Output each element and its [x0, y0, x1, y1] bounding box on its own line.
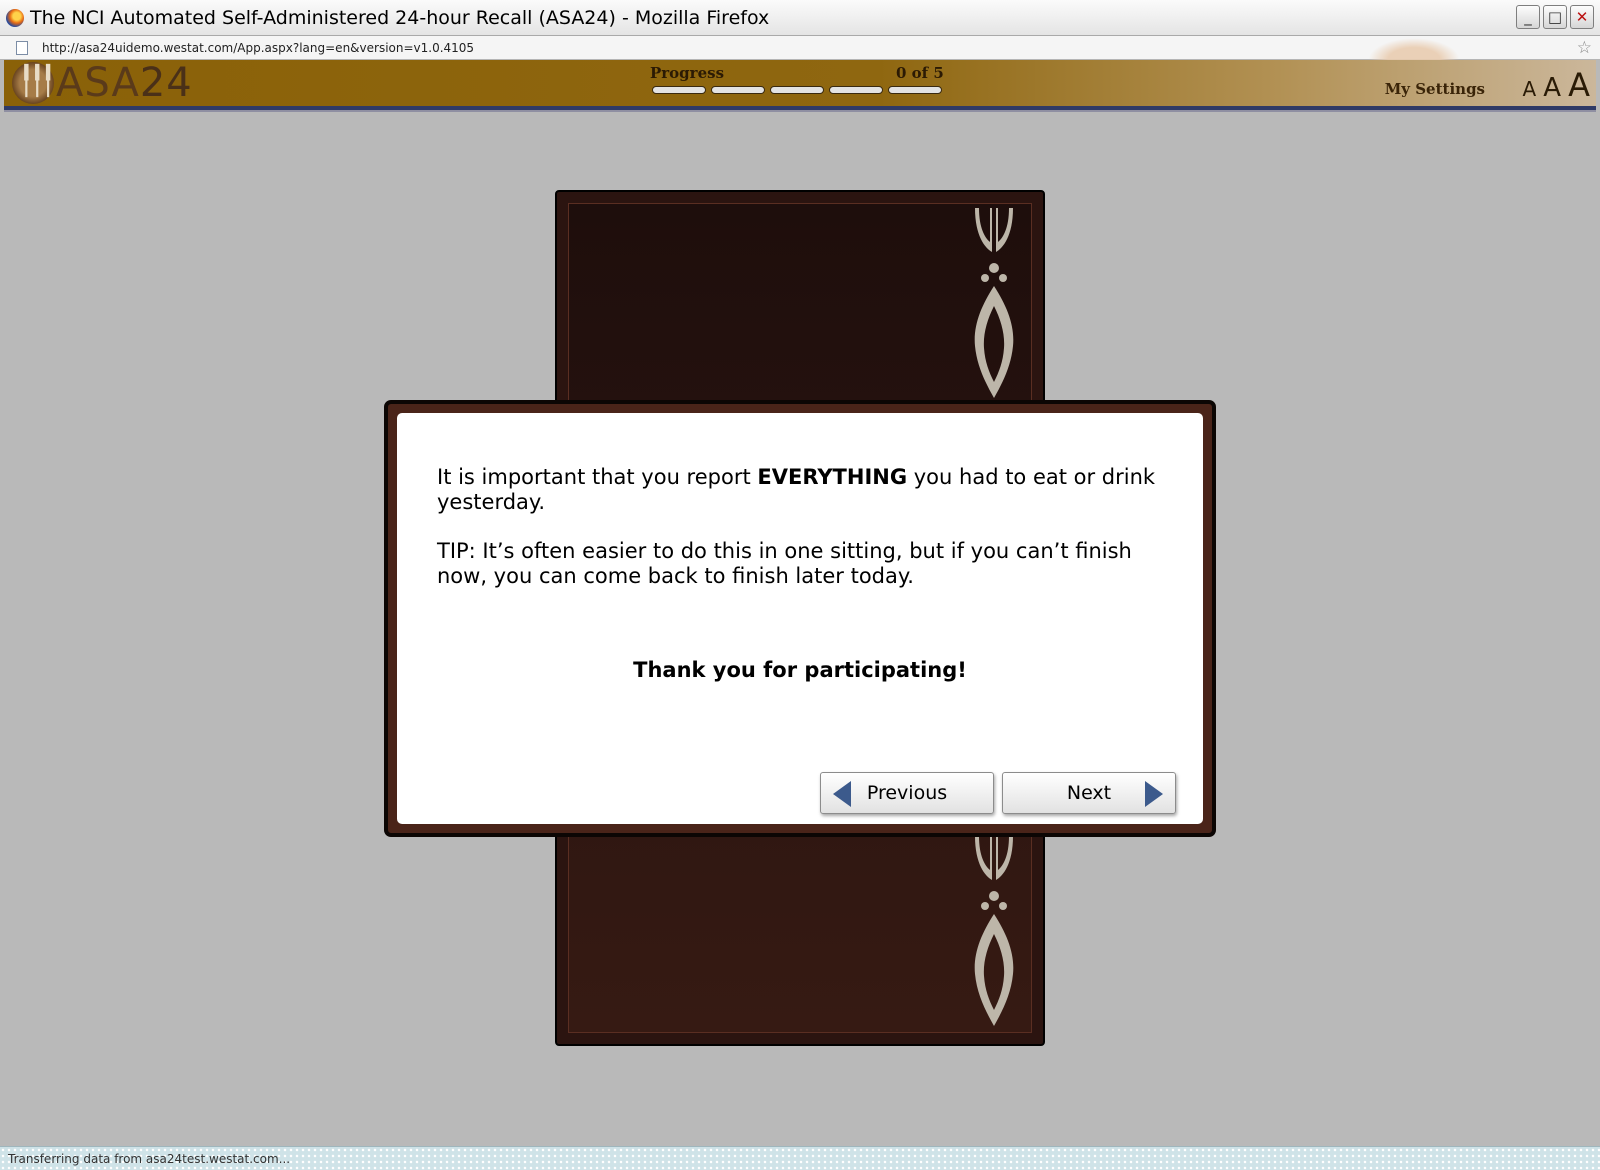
report-everything-text: It is important that you report EVERYTHI…: [437, 465, 1157, 515]
my-settings-link[interactable]: My Settings: [1385, 80, 1485, 98]
progress-count: 0 of 5: [896, 64, 944, 82]
previous-arrow-icon: [833, 781, 851, 807]
ornament-icon: [974, 836, 1014, 1026]
firefox-icon: [6, 8, 24, 27]
intro-dialog: It is important that you report EVERYTHI…: [384, 400, 1216, 837]
progress-segment: [829, 86, 883, 94]
thanks-text: Thank you for participating!: [633, 658, 967, 682]
progress-segment: [711, 86, 765, 94]
window-controls: _ □ ✕: [1516, 5, 1594, 29]
status-bar: Transferring data from asa24test.westat.…: [0, 1146, 1600, 1170]
header-divider-shadow: [4, 110, 1596, 112]
font-size-controls: A A A: [1520, 66, 1590, 104]
logo-24: 24: [139, 60, 193, 106]
font-size-medium-button[interactable]: A: [1543, 73, 1561, 103]
next-button[interactable]: Next: [1002, 772, 1176, 814]
bookmark-star-icon[interactable]: ☆: [1577, 38, 1592, 58]
utensils-icon: ╿╿╿: [18, 64, 57, 97]
font-size-large-button[interactable]: A: [1568, 66, 1590, 104]
app-logo: ASA24: [56, 60, 193, 106]
font-size-small-button[interactable]: A: [1522, 77, 1536, 101]
window-title: The NCI Automated Self-Administered 24-h…: [30, 6, 770, 29]
dialog-message: It is important that you report EVERYTHI…: [437, 465, 1157, 613]
window-titlebar: The NCI Automated Self-Administered 24-h…: [0, 0, 1600, 36]
progress-segment: [770, 86, 824, 94]
previous-button[interactable]: Previous: [820, 772, 994, 814]
page-icon: [16, 40, 28, 55]
minimize-button[interactable]: _: [1516, 5, 1540, 29]
status-text: Transferring data from asa24test.westat.…: [8, 1151, 291, 1166]
maximize-button[interactable]: □: [1543, 5, 1567, 29]
progress-segment: [652, 86, 706, 94]
url-text[interactable]: http://asa24uidemo.westat.com/App.aspx?l…: [42, 41, 474, 55]
emphasis-text: EVERYTHING: [757, 465, 908, 489]
next-label: Next: [1066, 782, 1112, 804]
ornament-icon: [974, 208, 1014, 398]
persona-decoration: [1368, 38, 1460, 60]
next-arrow-icon: [1145, 781, 1163, 807]
previous-label: Previous: [866, 782, 948, 804]
progress-label: Progress: [650, 64, 725, 82]
address-bar[interactable]: http://asa24uidemo.westat.com/App.aspx?l…: [0, 36, 1600, 60]
logo-asa: ASA: [56, 60, 140, 106]
close-button[interactable]: ✕: [1570, 5, 1594, 29]
progress-segment: [888, 86, 942, 94]
progress-bar: [652, 86, 942, 94]
app-header: ╿╿╿ ASA24 Progress 0 of 5 My Settings A …: [4, 60, 1596, 106]
dialog-body: It is important that you report EVERYTHI…: [397, 413, 1203, 824]
message-text: It is important that you report: [437, 465, 758, 489]
tip-text: TIP: It’s often easier to do this in one…: [437, 539, 1132, 588]
